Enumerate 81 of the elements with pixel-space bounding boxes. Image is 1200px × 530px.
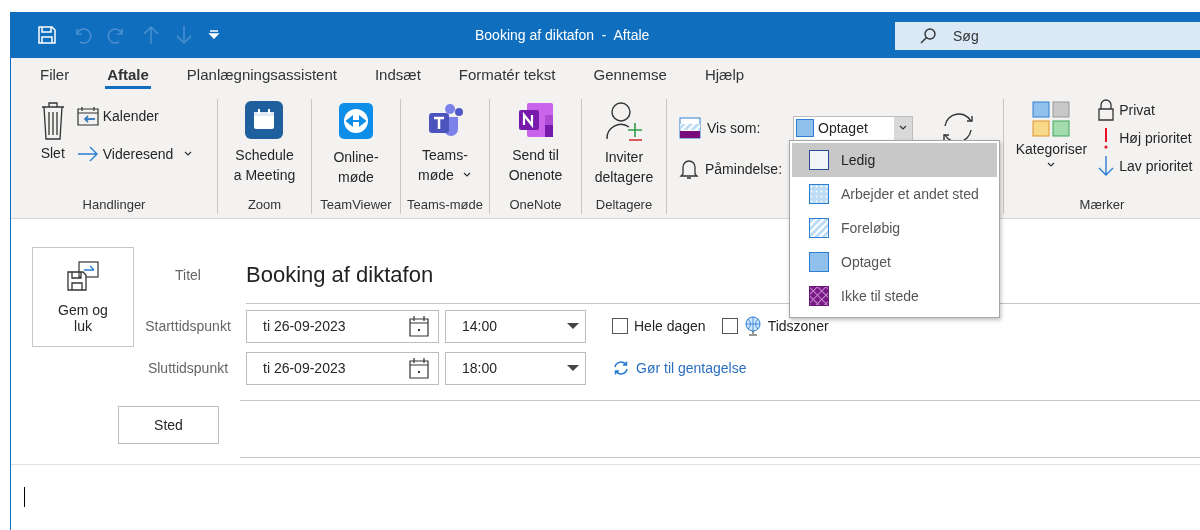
status-swatch-icon bbox=[809, 252, 829, 272]
ribbon-button[interactable]: Inviter deltagere bbox=[590, 99, 658, 197]
end-label: Sluttidspunkt bbox=[146, 360, 230, 376]
recurrence-link[interactable]: Gør til gentagelse bbox=[612, 360, 747, 376]
ribbon-tab[interactable]: Gennemse bbox=[574, 58, 686, 94]
group-label: Teams-møde bbox=[407, 197, 483, 214]
start-time-field[interactable]: 14:00 bbox=[445, 309, 586, 343]
end-time-field[interactable]: 18:00 bbox=[445, 351, 586, 385]
ribbon-button[interactable]: Teams- møde bbox=[414, 99, 476, 197]
window-title: Booking af diktafon - Aftale bbox=[475, 27, 650, 43]
status-swatch-icon bbox=[809, 184, 829, 204]
categorize-button[interactable]: Kategoriser bbox=[1011, 99, 1092, 197]
ribbon-tab[interactable]: Indsæt bbox=[355, 58, 440, 94]
location-button[interactable]: Sted bbox=[118, 406, 219, 444]
status-swatch-icon bbox=[809, 150, 829, 170]
calendar-icon bbox=[408, 357, 430, 379]
show-as-label: Vis som: bbox=[679, 117, 785, 139]
status-swatch-icon bbox=[809, 218, 829, 238]
recurrence-icon bbox=[612, 360, 630, 376]
start-date-field[interactable]: ti 26-09-2023 bbox=[246, 309, 439, 343]
caret-icon bbox=[183, 150, 194, 158]
caret-icon bbox=[898, 124, 908, 132]
show-as-dropdown[interactable]: Optaget bbox=[793, 115, 913, 141]
group-label: Handlinger bbox=[82, 197, 146, 214]
search-icon bbox=[919, 27, 937, 45]
group-label: TeamViewer bbox=[320, 197, 392, 214]
right-arrow-icon bbox=[76, 146, 99, 162]
calendar-icon bbox=[408, 315, 430, 337]
add-person-icon bbox=[605, 101, 643, 141]
reminder-label: Påmindelse: bbox=[679, 158, 785, 180]
high-priority-button[interactable]: Høj prioritet bbox=[1097, 127, 1193, 149]
ribbon-button[interactable]: Online- møde bbox=[329, 99, 383, 197]
menu-item[interactable]: Optaget bbox=[792, 245, 997, 279]
time-zones-checkbox[interactable]: Tidszoner bbox=[721, 316, 829, 336]
end-date-field[interactable]: ti 26-09-2023 bbox=[246, 351, 439, 385]
down-arrow-icon[interactable] bbox=[175, 25, 193, 45]
ribbon-tab[interactable]: Formatér tekst bbox=[439, 58, 575, 94]
caret-icon bbox=[1046, 161, 1057, 169]
delete-button[interactable]: Slet bbox=[34, 99, 71, 197]
dropdown-arrow-icon bbox=[567, 322, 579, 330]
menu-item[interactable]: Foreløbig bbox=[792, 211, 997, 245]
low-priority-button[interactable]: Lav prioritet bbox=[1097, 155, 1193, 177]
all-day-checkbox[interactable]: Hele dagen bbox=[612, 318, 706, 334]
calendar-icon bbox=[76, 106, 99, 126]
text-cursor bbox=[24, 487, 25, 507]
search-field[interactable]: Søg bbox=[895, 22, 1200, 50]
status-swatch-icon bbox=[809, 286, 829, 306]
menu-item[interactable]: Arbejder et andet sted bbox=[792, 177, 997, 211]
ribbon-tab[interactable]: Planlægningsassistent bbox=[167, 58, 356, 94]
title-label: Titel bbox=[174, 267, 202, 283]
save-close-icon bbox=[66, 260, 100, 292]
save-and-close-button[interactable]: Gem og luk bbox=[32, 247, 134, 347]
start-label: Starttidspunkt bbox=[144, 318, 232, 334]
bell-icon bbox=[679, 158, 699, 180]
calendar-button[interactable]: Kalender bbox=[76, 105, 194, 127]
caret-icon bbox=[461, 171, 472, 179]
save-icon[interactable] bbox=[37, 25, 57, 45]
globe-icon bbox=[743, 316, 762, 336]
group-label: Mærker bbox=[1079, 197, 1125, 214]
private-button[interactable]: Privat bbox=[1097, 99, 1193, 121]
group-label: Zoom bbox=[247, 197, 282, 214]
ribbon-button[interactable]: Schedule a Meeting bbox=[229, 99, 300, 197]
ribbon-tab[interactable]: Hjælp bbox=[685, 58, 764, 94]
categories-icon bbox=[1032, 101, 1071, 137]
group-label: Deltagere bbox=[595, 197, 653, 214]
dropdown-arrow-icon bbox=[567, 364, 579, 372]
customize-icon[interactable] bbox=[208, 29, 220, 41]
ribbon-tab[interactable]: Filer bbox=[21, 58, 89, 94]
people-icon bbox=[426, 101, 464, 139]
availability-icon bbox=[679, 117, 701, 139]
exclamation-icon bbox=[1104, 127, 1109, 149]
down-arrow-icon bbox=[1097, 155, 1116, 177]
group-label: OneNote bbox=[509, 197, 562, 214]
forward-button[interactable]: Videresend bbox=[76, 143, 194, 165]
menu-item[interactable]: Ledig bbox=[792, 143, 997, 177]
ribbon-button[interactable]: Send til Onenote bbox=[504, 99, 567, 197]
calendar-icon bbox=[245, 101, 284, 139]
up-arrow-icon[interactable] bbox=[142, 25, 160, 45]
lock-icon bbox=[1097, 99, 1116, 121]
notebook-icon bbox=[516, 101, 555, 139]
location-field[interactable] bbox=[240, 400, 1200, 458]
